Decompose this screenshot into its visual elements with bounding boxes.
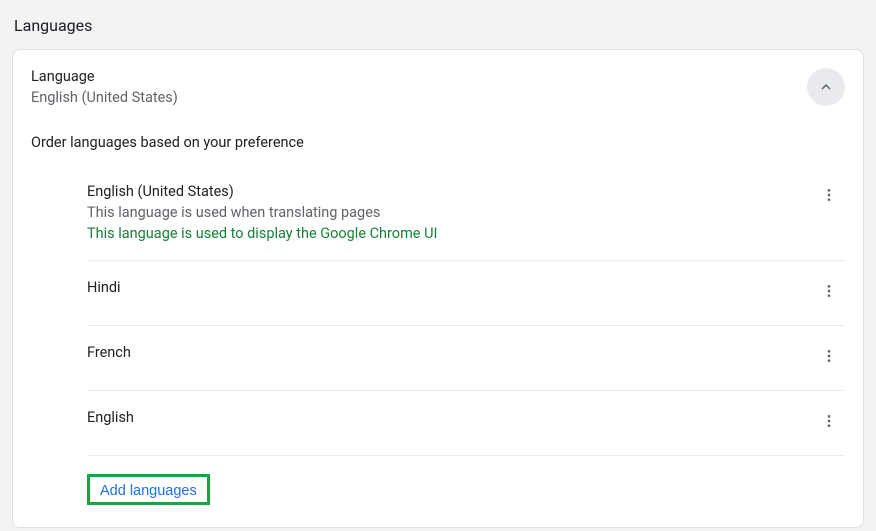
collapse-button[interactable] [807,68,845,106]
language-item-hindi: Hindi [87,261,845,326]
order-description: Order languages based on your preference [31,134,845,151]
language-more-button[interactable] [813,405,845,437]
language-more-button[interactable] [813,179,845,211]
language-settings-card: Language English (United States) Order l… [12,49,864,528]
card-header-text: Language English (United States) [31,68,807,106]
chevron-up-icon [817,78,835,96]
language-ui-note: This language is used to display the Goo… [87,225,813,242]
language-name: English [87,409,813,426]
more-vert-icon [821,348,837,364]
card-header: Language English (United States) [31,68,845,106]
language-item-english: English [87,391,845,456]
more-vert-icon [821,187,837,203]
language-more-button[interactable] [813,275,845,307]
more-vert-icon [821,413,837,429]
add-languages-button[interactable]: Add languages [100,483,197,499]
add-languages-highlight: Add languages [87,474,210,505]
language-item-text: English [87,409,813,426]
language-item-text: English (United States) This language is… [87,183,813,242]
language-more-button[interactable] [813,340,845,372]
language-detail: This language is used when translating p… [87,204,813,221]
language-name: English (United States) [87,183,813,200]
language-item-french: French [87,326,845,391]
language-item-text: French [87,344,813,361]
language-item-text: Hindi [87,279,813,296]
language-list: English (United States) This language is… [87,165,845,505]
language-name: French [87,344,813,361]
language-item-english-us: English (United States) This language is… [87,165,845,261]
card-header-subtitle: English (United States) [31,89,807,106]
language-name: Hindi [87,279,813,296]
add-languages-wrap: Add languages [87,474,845,505]
card-header-title: Language [31,68,807,85]
page-title: Languages [12,0,864,49]
more-vert-icon [821,283,837,299]
